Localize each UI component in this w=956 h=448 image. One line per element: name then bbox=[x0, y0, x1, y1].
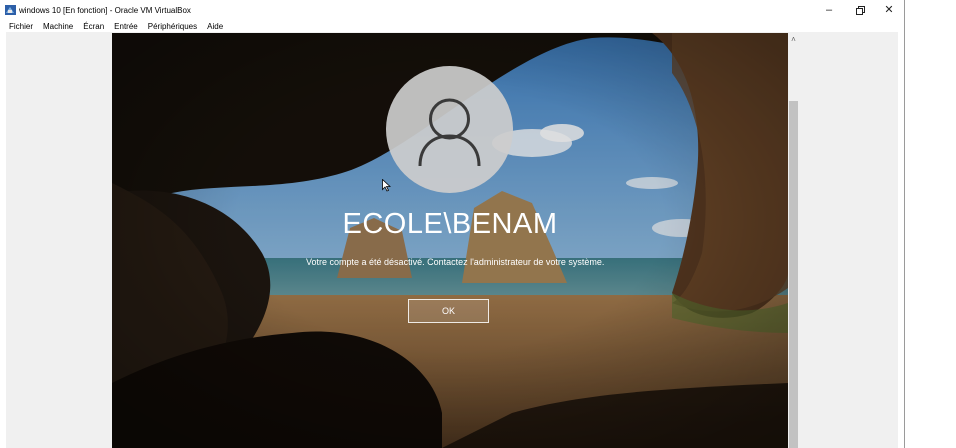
menu-bar: Fichier Machine Écran Entrée Périphériqu… bbox=[0, 20, 233, 32]
minimize-icon: – bbox=[825, 3, 833, 16]
scroll-up-icon[interactable]: ˄ bbox=[788, 33, 799, 45]
virtualbox-window: windows 10 [En fonction] - Oracle VM Vir… bbox=[0, 0, 905, 448]
title-bar: windows 10 [En fonction] - Oracle VM Vir… bbox=[0, 0, 904, 20]
menu-entree[interactable]: Entrée bbox=[114, 22, 138, 31]
virtualbox-app-icon bbox=[5, 5, 16, 15]
menu-fichier[interactable]: Fichier bbox=[9, 22, 33, 31]
restore-button[interactable] bbox=[851, 3, 869, 17]
account-disabled-message: Votre compte a été désactivé. Contactez … bbox=[306, 257, 605, 267]
vertical-scrollbar[interactable]: ˄ bbox=[788, 33, 799, 448]
close-button[interactable]: ✕ bbox=[880, 3, 898, 17]
user-avatar bbox=[386, 66, 513, 193]
ok-button[interactable]: OK bbox=[408, 299, 489, 323]
user-icon bbox=[418, 98, 481, 167]
lockscreen-username: ECOLE\BENAM bbox=[342, 208, 558, 240]
close-icon: ✕ bbox=[884, 3, 894, 16]
vm-screen[interactable]: ECOLE\BENAM Votre compte a été désactivé… bbox=[112, 33, 788, 448]
restore-icon bbox=[855, 5, 865, 15]
menu-aide[interactable]: Aide bbox=[207, 22, 223, 31]
window-title: windows 10 [En fonction] - Oracle VM Vir… bbox=[19, 6, 191, 15]
scroll-thumb[interactable] bbox=[789, 101, 798, 448]
mouse-cursor-icon bbox=[382, 179, 391, 192]
menu-machine[interactable]: Machine bbox=[43, 22, 73, 31]
menu-ecran[interactable]: Écran bbox=[83, 22, 104, 31]
minimize-button[interactable]: – bbox=[820, 3, 838, 17]
menu-peripheriques[interactable]: Périphériques bbox=[148, 22, 197, 31]
